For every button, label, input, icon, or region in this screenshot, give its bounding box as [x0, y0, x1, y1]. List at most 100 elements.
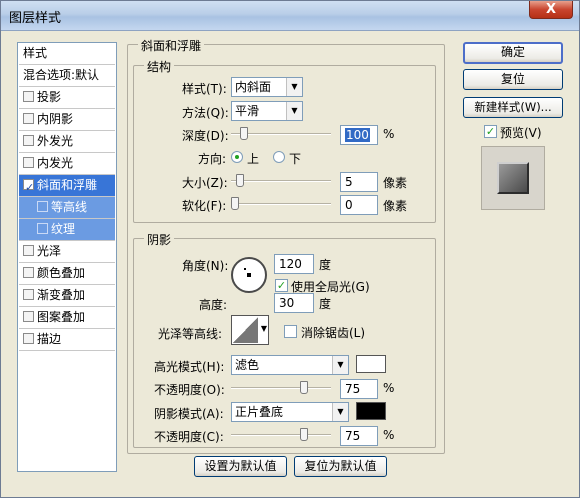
style-label: 样式(T):: [182, 82, 227, 96]
technique-select[interactable]: 平滑 ▼: [231, 101, 303, 121]
new-style-button[interactable]: 新建样式(W)...: [463, 97, 563, 118]
dialog-body: 样式 混合选项:默认 投影 内阴影 外发光 内发光 ✓ 斜面和浮雕 等高线 纹理 光泽 颜色叠加渐…: [7, 32, 574, 494]
gloss-contour-label: 光泽等高线:: [158, 327, 223, 341]
size-input[interactable]: 5: [340, 172, 378, 192]
style-list-label: 光泽: [37, 244, 62, 258]
depth-input[interactable]: 100: [340, 125, 378, 145]
soften-input[interactable]: 0: [340, 195, 378, 215]
highlight-opacity-thumb[interactable]: [300, 381, 308, 394]
shadow-opacity-thumb[interactable]: [300, 428, 308, 441]
shadow-mode-select[interactable]: 正片叠底 ▼: [231, 402, 349, 422]
size-unit: 像素: [383, 176, 408, 190]
style-list-header[interactable]: 样式: [19, 43, 115, 65]
shadow-opacity-unit: %: [383, 428, 395, 442]
highlight-opacity-slider[interactable]: [231, 381, 331, 394]
chevron-down-icon: ▼: [286, 78, 302, 96]
highlight-mode-value: 滤色: [235, 358, 260, 372]
highlight-color-swatch[interactable]: [356, 355, 386, 373]
style-list-label: 斜面和浮雕: [37, 178, 98, 192]
layer-style-dialog: 图层样式 X 样式 混合选项:默认 投影 内阴影 外发光 内发光 ✓ 斜面和浮雕 等高线 纹理…: [0, 0, 580, 498]
direction-label: 方向:: [198, 152, 227, 166]
style-list-item[interactable]: 内发光: [19, 153, 115, 175]
shading-group: 阴影 角度(N): 120 度 ✓ 使用全局光(G) 高度: 30 度 光泽等高…: [133, 231, 436, 448]
bevel-style-select[interactable]: 内斜面 ▼: [231, 77, 303, 97]
bevel-emboss-group: 斜面和浮雕 结构 样式(T): 内斜面 ▼ 方法(Q): 平滑 ▼ 深度(D):: [127, 37, 445, 454]
reset-to-default-button[interactable]: 复位为默认值: [294, 456, 387, 477]
blend-options-item[interactable]: 混合选项:默认: [19, 65, 115, 87]
title-bar[interactable]: 图层样式 X: [1, 1, 579, 31]
bevel-emboss-title: 斜面和浮雕: [138, 37, 205, 54]
style-checkbox[interactable]: [23, 113, 34, 124]
angle-input[interactable]: 120: [274, 254, 314, 274]
gloss-contour-picker[interactable]: ▼: [231, 315, 269, 345]
direction-up-radio[interactable]: [231, 151, 243, 163]
altitude-label: 高度:: [199, 298, 228, 312]
style-list-item[interactable]: 内阴影: [19, 109, 115, 131]
style-checkbox[interactable]: ✓: [23, 179, 34, 194]
style-list-item[interactable]: 描边: [19, 329, 115, 351]
antialias-checkbox[interactable]: [284, 325, 297, 338]
angle-label: 角度(N):: [182, 259, 229, 273]
technique-value: 平滑: [235, 104, 260, 118]
make-default-button[interactable]: 设置为默认值: [194, 456, 287, 477]
close-button[interactable]: X: [529, 1, 573, 19]
style-list-item[interactable]: 纹理: [19, 219, 115, 241]
structure-group: 结构 样式(T): 内斜面 ▼ 方法(Q): 平滑 ▼ 深度(D): 100 %: [133, 58, 436, 223]
altitude-input[interactable]: 30: [274, 293, 314, 313]
soften-slider-thumb[interactable]: [231, 197, 239, 210]
shadow-opacity-input[interactable]: 75: [340, 426, 378, 446]
direction-up-label[interactable]: 上: [247, 150, 259, 167]
style-list-label: 外发光: [37, 134, 74, 148]
preview-label[interactable]: 预览(V): [500, 124, 542, 141]
shadow-opacity-slider[interactable]: [231, 428, 331, 441]
style-checkbox[interactable]: [37, 201, 48, 212]
structure-title: 结构: [144, 58, 175, 75]
style-checkbox[interactable]: [23, 91, 34, 102]
size-slider[interactable]: [231, 174, 331, 187]
style-list-label: 等高线: [51, 200, 88, 214]
style-checkbox[interactable]: [23, 135, 34, 146]
size-slider-thumb[interactable]: [235, 174, 244, 187]
depth-slider-thumb[interactable]: [240, 127, 249, 140]
style-list-label: 描边: [37, 332, 62, 346]
shadow-color-swatch[interactable]: [356, 402, 386, 420]
style-list-item[interactable]: 投影: [19, 87, 115, 109]
highlight-opacity-input[interactable]: 75: [340, 379, 378, 399]
highlight-mode-label: 高光模式(H):: [154, 360, 225, 374]
ok-button[interactable]: 确定: [463, 42, 563, 64]
style-list-item[interactable]: ✓ 斜面和浮雕: [19, 175, 115, 197]
preview-checkbox[interactable]: ✓: [484, 125, 497, 138]
style-list-item[interactable]: 外发光: [19, 131, 115, 153]
shadow-mode-label: 阴影模式(A):: [154, 407, 224, 421]
preview-thumbnail: [497, 162, 529, 194]
soften-unit: 像素: [383, 199, 408, 213]
shadow-mode-value: 正片叠底: [235, 405, 284, 419]
style-checkbox[interactable]: [37, 223, 48, 234]
depth-slider[interactable]: [231, 127, 331, 140]
style-checkbox[interactable]: [23, 267, 34, 278]
highlight-mode-select[interactable]: 滤色 ▼: [231, 355, 349, 375]
style-checkbox[interactable]: [23, 333, 34, 344]
style-list-item[interactable]: 等高线: [19, 197, 115, 219]
altitude-unit: 度: [319, 297, 332, 311]
global-light-checkbox[interactable]: ✓: [275, 279, 288, 292]
style-list-item[interactable]: 渐变叠加: [19, 285, 115, 307]
angle-dial[interactable]: [231, 257, 267, 293]
style-checkbox[interactable]: [23, 289, 34, 300]
style-list-item[interactable]: 颜色叠加: [19, 263, 115, 285]
chevron-down-icon: ▼: [286, 102, 302, 120]
style-checkbox[interactable]: [23, 311, 34, 322]
style-list-item[interactable]: 光泽: [19, 241, 115, 263]
antialias-label[interactable]: 消除锯齿(L): [301, 324, 365, 341]
reset-button[interactable]: 复位: [463, 69, 563, 90]
style-checkbox[interactable]: [23, 157, 34, 168]
shadow-opacity-label: 不透明度(C):: [154, 430, 224, 444]
soften-label: 软化(F):: [182, 199, 227, 213]
style-list-item[interactable]: 图案叠加: [19, 307, 115, 329]
size-label: 大小(Z):: [182, 176, 228, 190]
soften-slider[interactable]: [231, 197, 331, 210]
angle-dial-center: [247, 273, 251, 277]
direction-down-radio[interactable]: [273, 151, 285, 163]
style-checkbox[interactable]: [23, 245, 34, 256]
direction-down-label[interactable]: 下: [289, 150, 301, 167]
